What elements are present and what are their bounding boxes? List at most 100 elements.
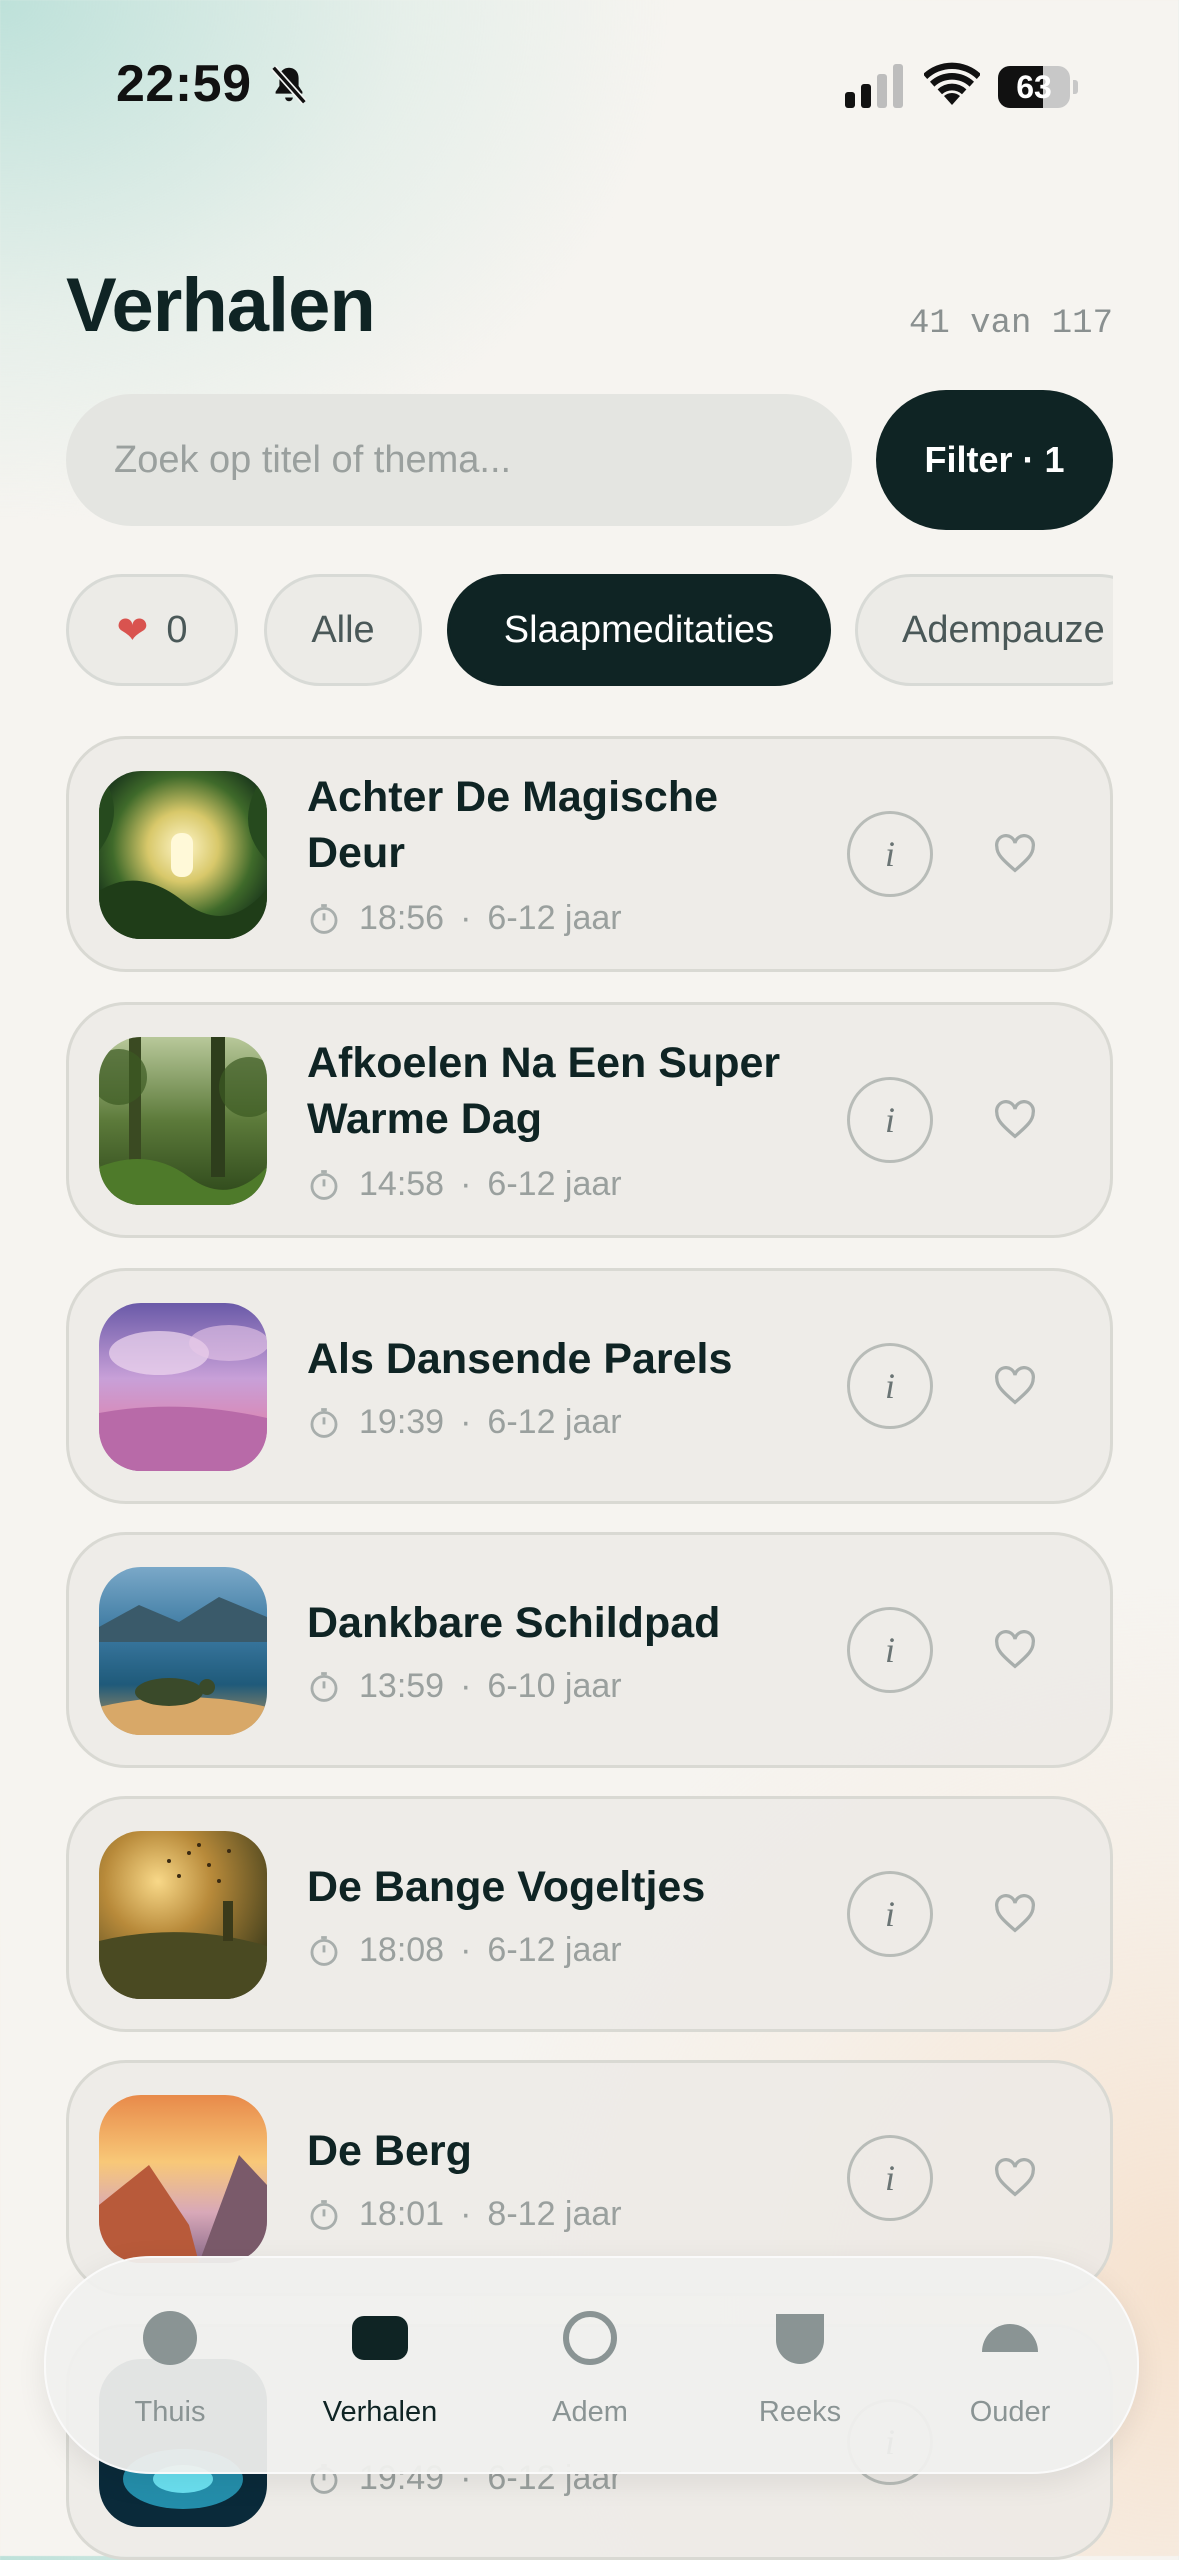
story-age: 6-12 jaar xyxy=(487,1403,622,1441)
story-thumbnail xyxy=(99,1567,267,1735)
info-button[interactable]: i xyxy=(847,1607,933,1693)
story-age: 8-12 jaar xyxy=(487,2195,622,2233)
ring-icon xyxy=(563,2311,617,2365)
story-duration: 13:59 xyxy=(359,1667,445,1705)
info-button[interactable]: i xyxy=(847,1343,933,1429)
chip-adempauze[interactable]: Adempauze xyxy=(855,574,1113,686)
bell-muted-icon xyxy=(271,65,307,105)
rounded-square-icon xyxy=(352,2316,408,2360)
story-duration: 18:56 xyxy=(359,899,445,937)
story-duration: 18:08 xyxy=(359,1931,445,1969)
status-time: 22:59 xyxy=(116,55,252,113)
timer-icon xyxy=(310,1407,338,1438)
chip-alle[interactable]: Alle xyxy=(264,574,422,686)
story-duration: 19:39 xyxy=(359,1403,445,1441)
search-input[interactable] xyxy=(66,394,852,526)
story-title: De Berg xyxy=(307,2127,472,2175)
story-card[interactable]: De Bange Vogeltjes 18:08 · 6-12 jaar i xyxy=(66,1796,1113,2032)
shield-icon xyxy=(776,2314,824,2364)
status-bar: 22:59 63 xyxy=(0,0,1179,170)
favorite-button[interactable] xyxy=(985,1356,1045,1416)
favorite-button[interactable] xyxy=(985,1090,1045,1150)
tab-label: Adem xyxy=(552,2396,628,2428)
story-meta: 13:59 · 6-10 jaar xyxy=(307,1667,622,1706)
tab-verhalen[interactable]: Verhalen xyxy=(280,2258,480,2472)
favorite-button[interactable] xyxy=(985,824,1045,884)
story-thumbnail xyxy=(99,771,267,939)
tab-label: Verhalen xyxy=(322,2396,438,2428)
story-title: Als Dansende Parels xyxy=(307,1335,733,1383)
story-meta: 19:39 · 6-12 jaar xyxy=(307,1403,622,1442)
story-meta: 18:56 · 6-12 jaar xyxy=(307,899,622,938)
heart-outline-icon xyxy=(995,1894,1035,1933)
chip-label: Adempauze xyxy=(902,608,1105,651)
heart-outline-icon xyxy=(995,1630,1035,1669)
chip-favorites[interactable]: ❤ 0 xyxy=(66,574,238,686)
favorite-button[interactable] xyxy=(985,2148,1045,2208)
heart-outline-icon xyxy=(995,2158,1035,2197)
timer-icon xyxy=(310,2199,338,2230)
info-icon: i xyxy=(884,1630,895,1670)
battery-percentage: 63 xyxy=(1016,69,1052,105)
story-meta: 18:08 · 6-12 jaar xyxy=(307,1931,622,1970)
info-button[interactable]: i xyxy=(847,811,933,897)
info-icon: i xyxy=(884,2158,895,2198)
tab-label: Ouder xyxy=(969,2396,1051,2428)
wifi-icon xyxy=(924,62,980,105)
info-button[interactable]: i xyxy=(847,2135,933,2221)
tab-label: Reeks xyxy=(758,2396,842,2428)
story-card[interactable]: Dankbare Schildpad 13:59 · 6-10 jaar i xyxy=(66,1532,1113,1768)
circle-icon xyxy=(143,2311,197,2365)
info-button[interactable]: i xyxy=(847,1077,933,1163)
info-icon: i xyxy=(884,1100,895,1140)
story-duration: 14:58 xyxy=(359,1165,445,1203)
heart-icon: ❤ xyxy=(116,609,149,652)
story-card[interactable]: Als Dansende Parels 19:39 · 6-12 jaar i xyxy=(66,1268,1113,1504)
story-duration: 18:01 xyxy=(359,2195,445,2233)
page-title: Verhalen xyxy=(66,263,376,348)
story-age: 6-10 jaar xyxy=(487,1667,622,1705)
info-icon: i xyxy=(884,834,895,874)
chip-slaapmeditaties[interactable]: Slaapmeditaties xyxy=(447,574,831,686)
story-thumbnail xyxy=(99,1303,267,1471)
story-card[interactable]: Achter De Magische Deur 18:56 · 6-12 jaa… xyxy=(66,736,1113,972)
info-icon: i xyxy=(884,1366,895,1406)
heart-outline-icon xyxy=(995,1100,1035,1139)
tab-ouder[interactable]: Ouder xyxy=(910,2258,1110,2472)
story-thumbnail xyxy=(99,2095,267,2263)
timer-icon xyxy=(310,1169,338,1200)
category-chips: ❤ 0 Alle Slaapmeditaties Adempauze xyxy=(66,572,1113,690)
tab-reeks[interactable]: Reeks xyxy=(700,2258,900,2472)
story-age: 6-12 jaar xyxy=(487,899,622,937)
result-count: 41 van 117 xyxy=(908,305,1113,343)
filter-button[interactable]: Filter · 1 xyxy=(876,390,1113,530)
story-title: De Bange Vogeltjes xyxy=(307,1863,706,1911)
semicircle-icon xyxy=(982,2324,1038,2352)
story-age: 6-12 jaar xyxy=(487,1931,622,1969)
timer-icon xyxy=(310,1935,338,1966)
chip-label: Slaapmeditaties xyxy=(503,608,775,651)
info-icon: i xyxy=(884,1894,895,1934)
cellular-signal-icon xyxy=(845,64,903,108)
info-button[interactable]: i xyxy=(847,1871,933,1957)
heart-outline-icon xyxy=(995,1366,1035,1405)
story-title: Dankbare Schildpad xyxy=(307,1599,721,1647)
tab-thuis[interactable]: Thuis xyxy=(70,2258,270,2472)
heart-outline-icon xyxy=(995,834,1035,873)
tab-adem[interactable]: Adem xyxy=(490,2258,690,2472)
favorite-button[interactable] xyxy=(985,1884,1045,1944)
story-title: Afkoelen Na Een Super Warme Dag xyxy=(307,1039,781,1143)
story-meta: 14:58 · 6-12 jaar xyxy=(307,1165,622,1204)
story-card[interactable]: Afkoelen Na Een Super Warme Dag 14:58 · … xyxy=(66,1002,1113,1238)
story-age: 6-12 jaar xyxy=(487,1165,622,1203)
story-meta: 18:01 · 8-12 jaar xyxy=(307,2195,622,2234)
timer-icon xyxy=(310,903,338,934)
chip-label: Alle xyxy=(311,608,375,651)
favorite-button[interactable] xyxy=(985,1620,1045,1680)
chip-favorites-count: 0 xyxy=(166,608,188,651)
story-thumbnail xyxy=(99,1831,267,1999)
tab-bar: Thuis Verhalen Adem Reeks Ouder xyxy=(44,2256,1139,2474)
battery-indicator: 63 xyxy=(998,66,1078,108)
story-title: Achter De Magische Deur xyxy=(307,773,719,877)
story-thumbnail xyxy=(99,1037,267,1205)
